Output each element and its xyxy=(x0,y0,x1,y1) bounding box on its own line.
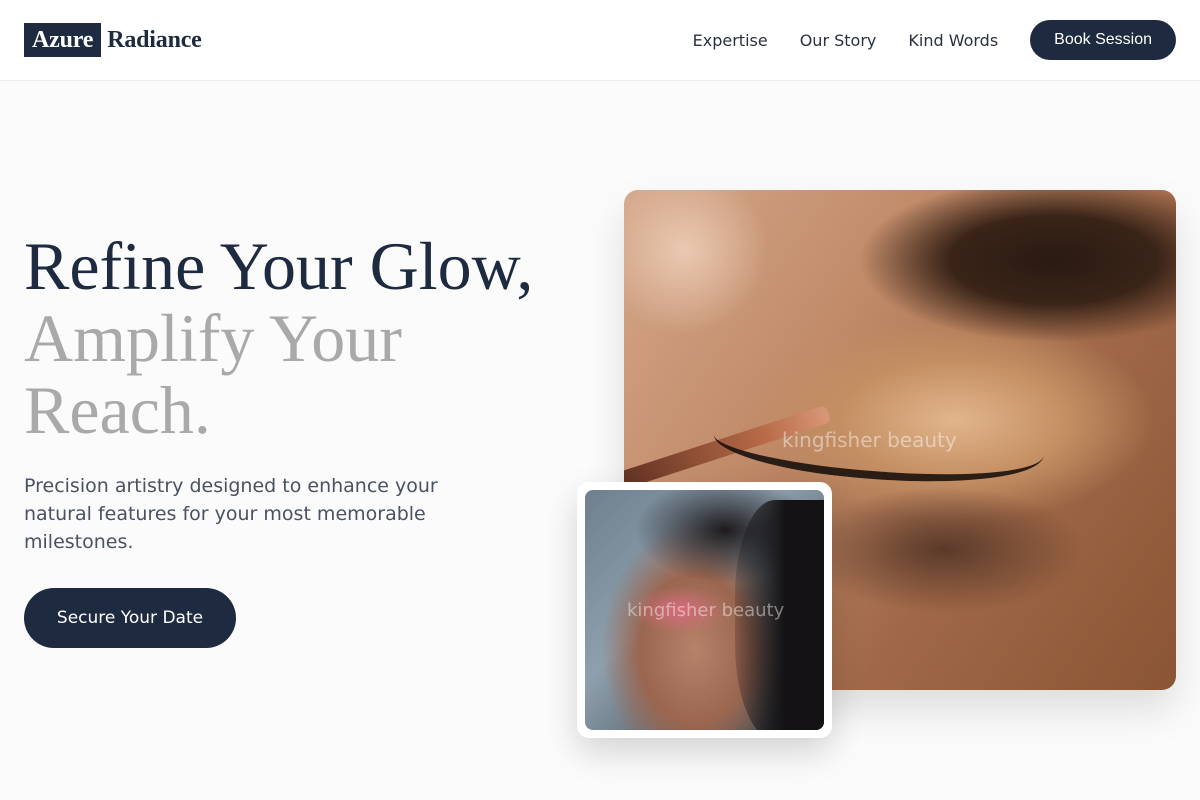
makeup-application-photo: kingfisher beauty xyxy=(585,490,824,730)
headline-primary: Refine Your Glow, xyxy=(24,228,534,304)
nav-link-our-story[interactable]: Our Story xyxy=(800,31,877,50)
main-nav: Expertise Our Story Kind Words Book Sess… xyxy=(693,20,1176,60)
brand-logo[interactable]: Azure Radiance xyxy=(24,23,202,57)
inset-photo-card: kingfisher beauty xyxy=(577,482,832,738)
nav-link-expertise[interactable]: Expertise xyxy=(693,31,768,50)
nav-link-kind-words[interactable]: Kind Words xyxy=(908,31,998,50)
logo-box-text: Azure xyxy=(24,23,102,57)
inset-photo-watermark: kingfisher beauty xyxy=(627,600,785,621)
photo-watermark: kingfisher beauty xyxy=(782,428,957,452)
hero-headline: Refine Your Glow, Amplify Your Reach. xyxy=(24,230,544,446)
logo-text: Radiance xyxy=(107,27,202,53)
headline-secondary: Amplify Your Reach. xyxy=(24,300,402,448)
site-header: Azure Radiance Expertise Our Story Kind … xyxy=(0,0,1200,81)
secure-your-date-button[interactable]: Secure Your Date xyxy=(24,588,236,648)
book-session-button[interactable]: Book Session xyxy=(1030,20,1176,60)
hero-subtext: Precision artistry designed to enhance y… xyxy=(24,475,438,553)
